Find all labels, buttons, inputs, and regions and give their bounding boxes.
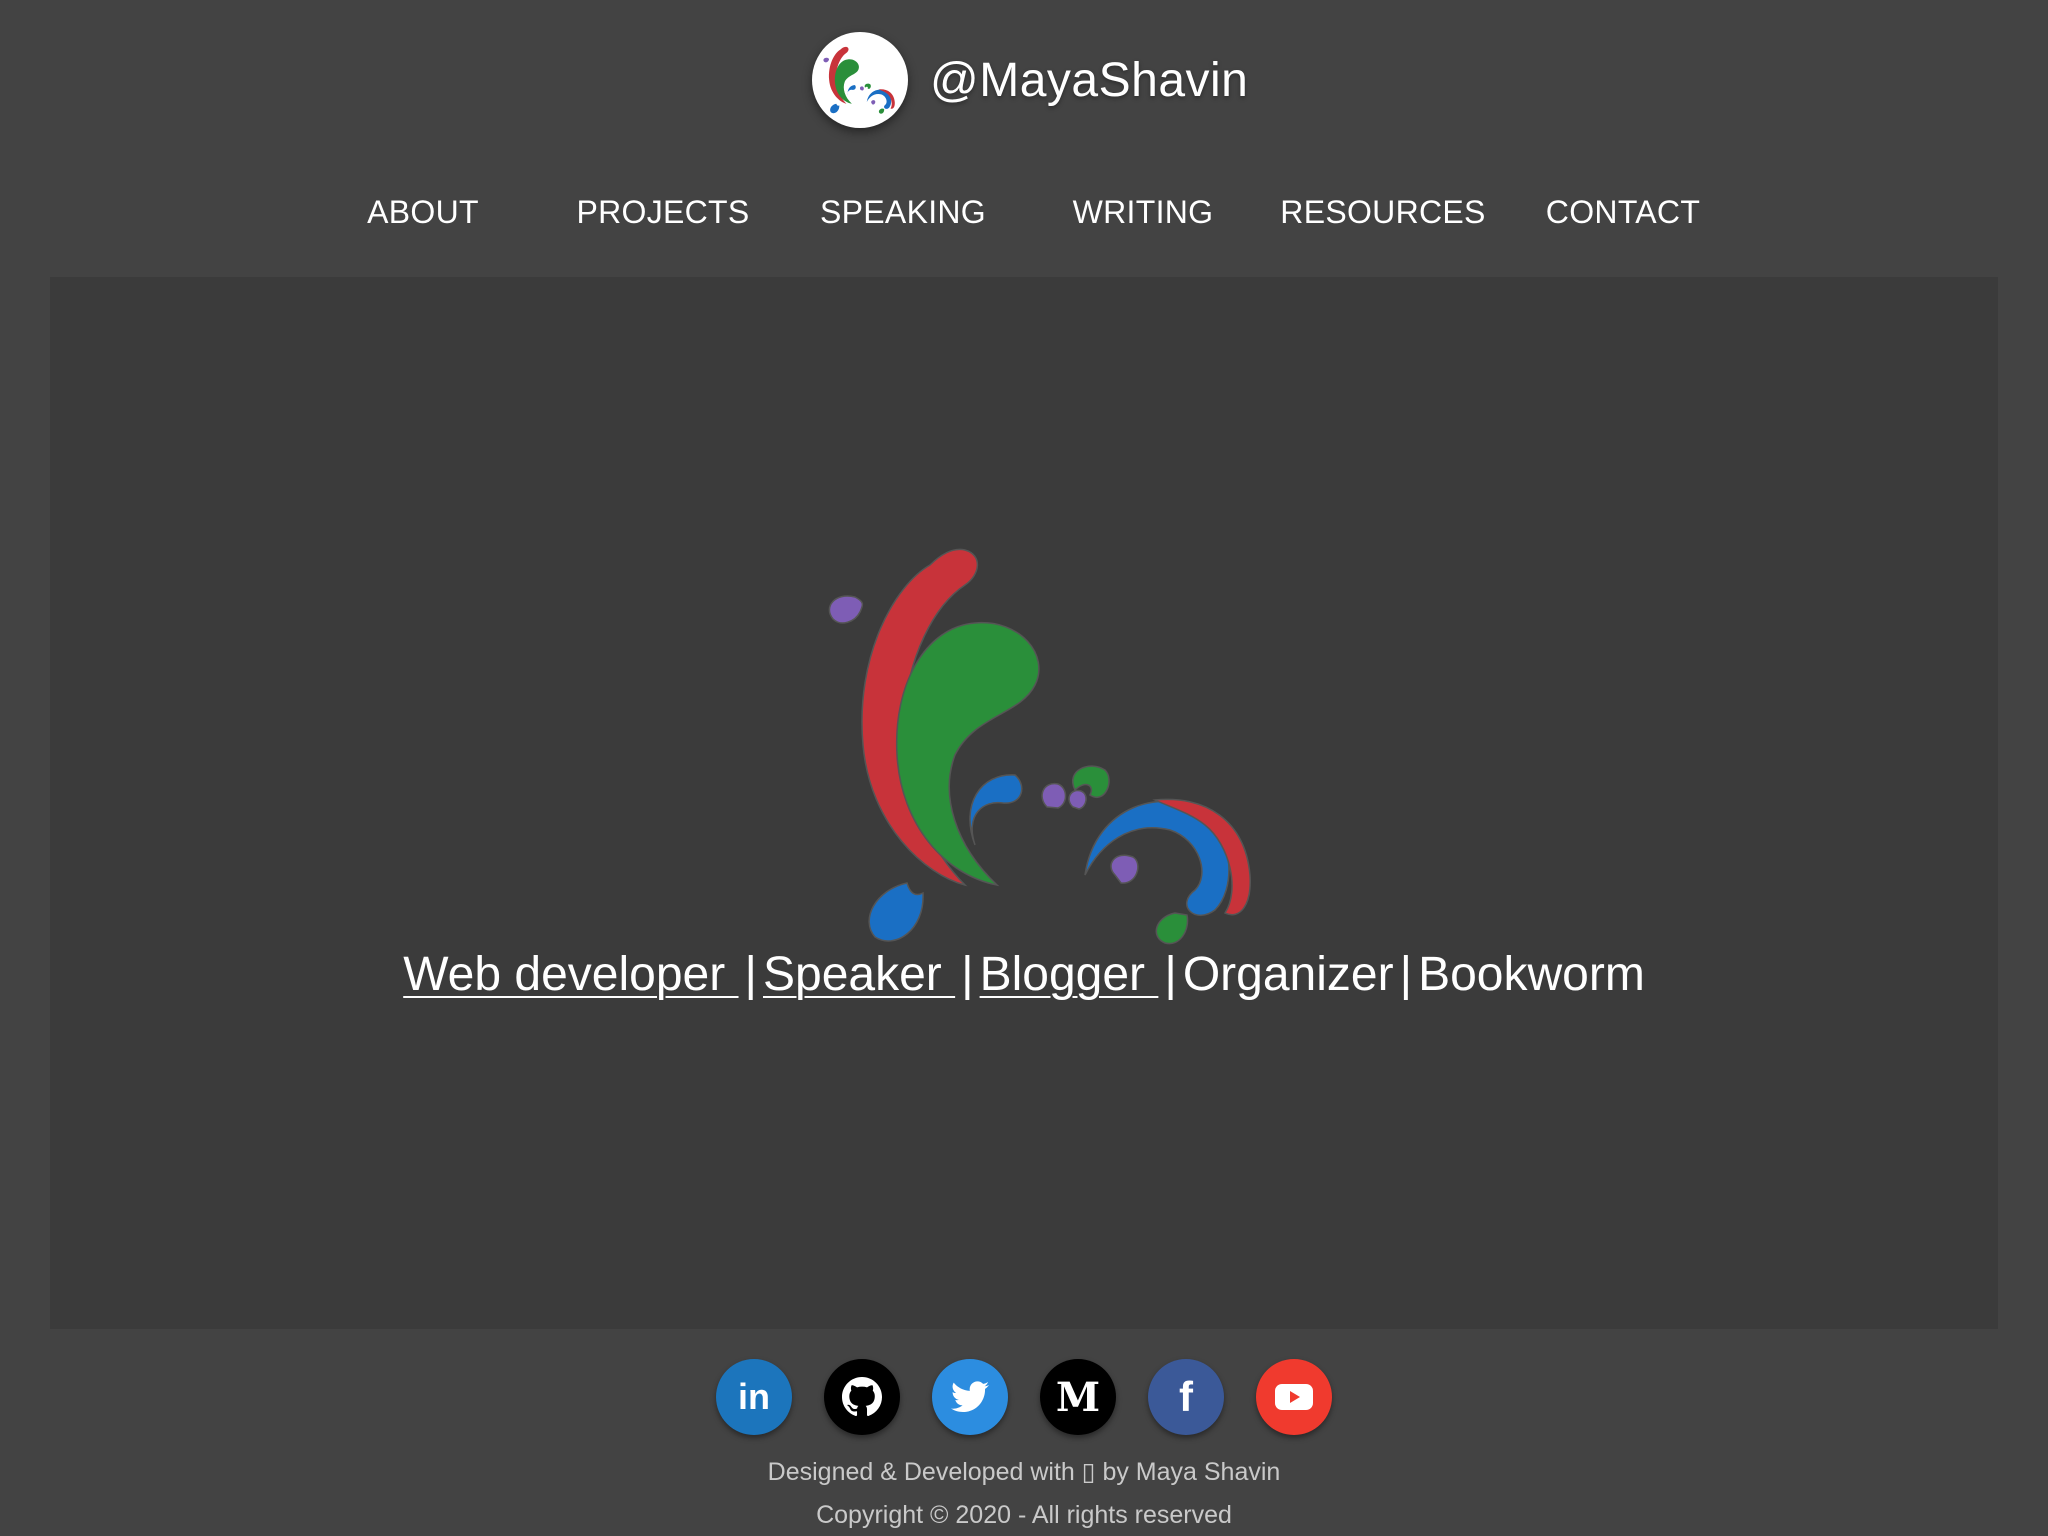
tagline-separator: | bbox=[1399, 948, 1413, 1001]
footer-credit: Designed & Developed with ▯ by Maya Shav… bbox=[767, 1458, 1281, 1486]
brand-home-link[interactable]: @MayaShavin bbox=[812, 30, 1248, 130]
nav-speaking[interactable]: Speaking bbox=[820, 194, 986, 231]
hero-logo-icon bbox=[828, 548, 1251, 945]
youtube-link[interactable] bbox=[1256, 1359, 1332, 1435]
nav-about[interactable]: About bbox=[367, 194, 479, 231]
social-links: in M f bbox=[0, 1359, 2048, 1437]
tagline-bookworm: Bookworm bbox=[1418, 948, 1645, 1001]
tagline-link-speaker[interactable]: Speaker bbox=[763, 948, 955, 1001]
nav-projects[interactable]: Projects bbox=[576, 194, 749, 231]
hero-section: Web developer | Speaker | Blogger | Organiz… bbox=[50, 277, 1998, 1329]
brand-handle: @MayaShavin bbox=[930, 53, 1249, 107]
facebook-link[interactable]: f bbox=[1148, 1359, 1224, 1435]
tagline-link-blogger[interactable]: Blogger bbox=[980, 948, 1159, 1001]
tagline-separator: | bbox=[1164, 948, 1177, 1001]
twitter-link[interactable] bbox=[932, 1359, 1008, 1435]
facebook-icon: f bbox=[1179, 1373, 1193, 1420]
hero-tagline: Web developer | Speaker | Blogger | Organiz… bbox=[50, 947, 1998, 1002]
main-nav: About Projects Speaking Writing Resource… bbox=[0, 180, 2048, 250]
logo-icon bbox=[823, 46, 895, 114]
youtube-icon bbox=[1275, 1384, 1313, 1410]
nav-contact[interactable]: Contact bbox=[1546, 194, 1700, 231]
nav-resources[interactable]: Resources bbox=[1280, 194, 1485, 231]
tagline-separator: | bbox=[744, 948, 757, 1001]
footer-copyright: Copyright © 2020 - All rights reserved bbox=[816, 1501, 1232, 1529]
github-link[interactable] bbox=[824, 1359, 900, 1435]
tagline-organizer: Organizer bbox=[1182, 948, 1394, 1001]
linkedin-icon: in bbox=[738, 1376, 770, 1417]
linkedin-link[interactable]: in bbox=[716, 1359, 792, 1435]
tagline-link-web-developer[interactable]: Web developer bbox=[403, 948, 738, 1001]
medium-link[interactable]: M bbox=[1040, 1359, 1116, 1435]
github-icon bbox=[842, 1377, 882, 1417]
twitter-icon bbox=[951, 1381, 989, 1413]
medium-icon: M bbox=[1055, 1373, 1101, 1421]
logo-avatar bbox=[812, 32, 908, 128]
nav-writing[interactable]: Writing bbox=[1073, 194, 1214, 231]
tagline-separator: | bbox=[961, 948, 974, 1001]
site-header: @MayaShavin bbox=[0, 0, 2048, 160]
